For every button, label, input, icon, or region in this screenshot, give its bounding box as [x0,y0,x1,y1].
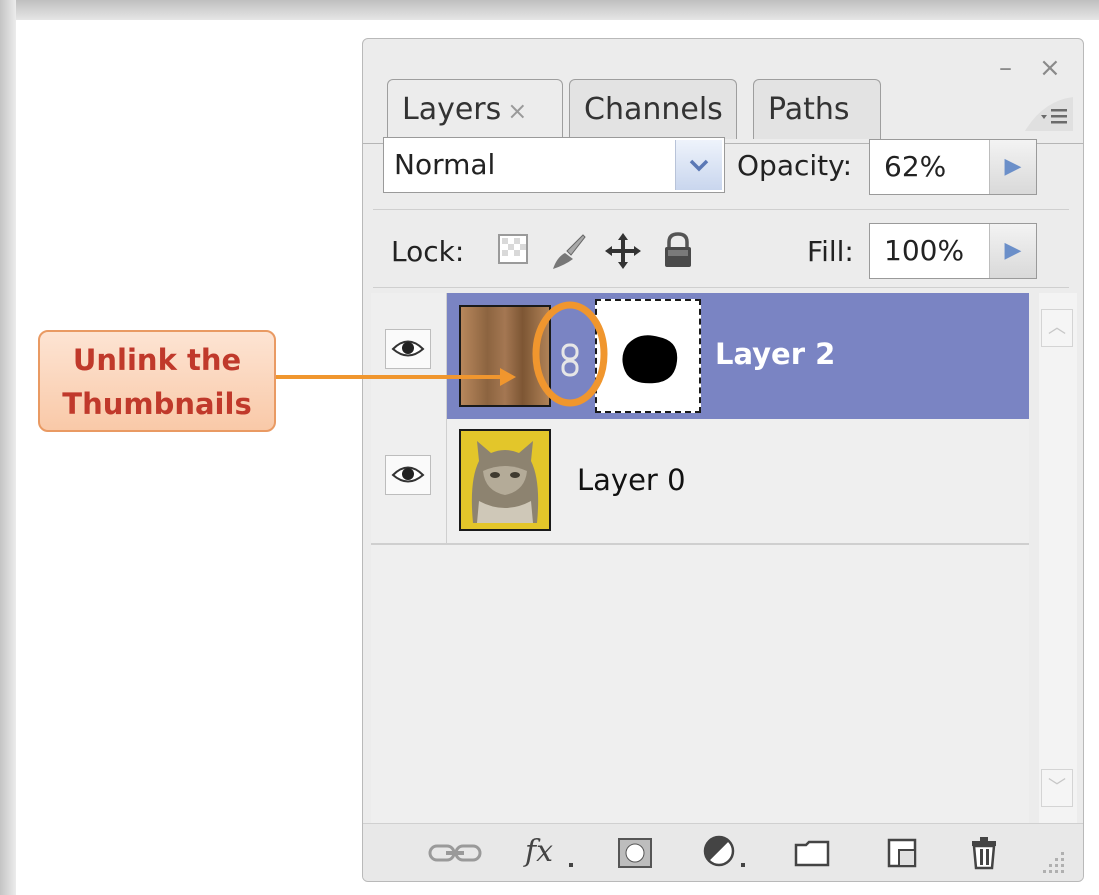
opacity-field[interactable]: 62% ▶ [869,139,1037,195]
layers-panel: – × Layers × Channels Paths Normal Opacit… [362,38,1084,882]
layers-panel-footer: fx [363,823,1083,881]
layer-thumbnail-cat[interactable] [459,429,551,531]
callout-line-2: Thumbnails [62,387,252,421]
tab-channels-label: Channels [584,92,723,127]
layers-scrollbar[interactable]: ︿ ﹀ [1039,293,1077,823]
tab-layers[interactable]: Layers × [387,79,563,143]
layer-thumbnail-wood[interactable] [459,305,551,407]
minimize-button[interactable]: – [999,55,1012,81]
layer-name-layer-0[interactable]: Layer 0 [577,463,686,497]
layer-mask-thumbnail[interactable] [595,299,701,413]
fill-value: 100% [884,234,965,267]
tab-paths[interactable]: Paths [753,79,881,139]
new-layer-icon[interactable] [885,836,921,870]
fill-field[interactable]: 100% ▶ [869,223,1037,279]
layer-name-layer-2[interactable]: Layer 2 [715,337,835,371]
chevron-up-icon: ︿ [1048,317,1066,338]
layer-row-layer-2[interactable]: Layer 2 [371,293,1029,419]
fill-label: Fill: [807,235,854,268]
eye-icon[interactable] [385,455,431,495]
delete-layer-icon[interactable] [967,836,1001,870]
fill-slider-button[interactable]: ▶ [989,224,1036,278]
tab-paths-label: Paths [768,92,850,127]
opacity-label: Opacity: [737,149,853,182]
window-frame-left [0,0,16,895]
chevron-right-icon: ▶ [1004,238,1022,263]
tab-close-icon[interactable]: × [507,97,527,125]
visibility-cell [371,293,447,419]
annotation-callout: Unlink the Thumbnails [38,330,276,432]
lock-transparent-pixels-icon[interactable] [497,231,533,271]
lock-label: Lock: [391,235,465,268]
layers-list: Layer 2 Layer 0 [371,293,1029,823]
opacity-slider-button[interactable]: ▶ [989,140,1036,194]
blend-mode-value: Normal [394,148,496,181]
callout-line-1: Unlink the [72,343,242,377]
chain-link-icon[interactable] [559,343,581,377]
close-panel-button[interactable]: × [1039,55,1061,81]
chevron-down-icon[interactable] [675,140,722,190]
adjustment-layer-icon[interactable] [703,835,749,870]
tab-layers-label: Layers [402,92,502,127]
tab-channels[interactable]: Channels [569,79,737,139]
lock-all-icon[interactable] [661,231,697,271]
blend-mode-select[interactable]: Normal [383,137,725,193]
chevron-down-icon: ﹀ [1048,777,1066,798]
scroll-up-button[interactable]: ︿ [1041,309,1073,347]
add-mask-icon[interactable] [615,836,655,870]
lock-image-pixels-icon[interactable] [549,231,586,271]
resize-grip-icon[interactable] [1043,850,1067,874]
panel-menu-icon [1025,97,1073,131]
window-frame-top [0,0,1099,20]
divider [373,287,1069,288]
eye-icon[interactable] [385,329,431,369]
new-group-icon[interactable] [793,836,831,870]
lock-position-icon[interactable] [603,231,641,271]
fx-icon[interactable]: fx [523,835,583,870]
panel-menu-button[interactable] [1023,95,1081,135]
divider [373,209,1069,210]
svg-text:fx: fx [523,835,553,869]
visibility-cell [371,419,447,543]
opacity-value: 62% [884,150,947,183]
chevron-right-icon: ▶ [1004,154,1022,179]
layer-row-layer-0[interactable]: Layer 0 [371,419,1029,545]
link-layers-icon[interactable] [427,836,483,870]
scroll-down-button[interactable]: ﹀ [1041,769,1073,807]
